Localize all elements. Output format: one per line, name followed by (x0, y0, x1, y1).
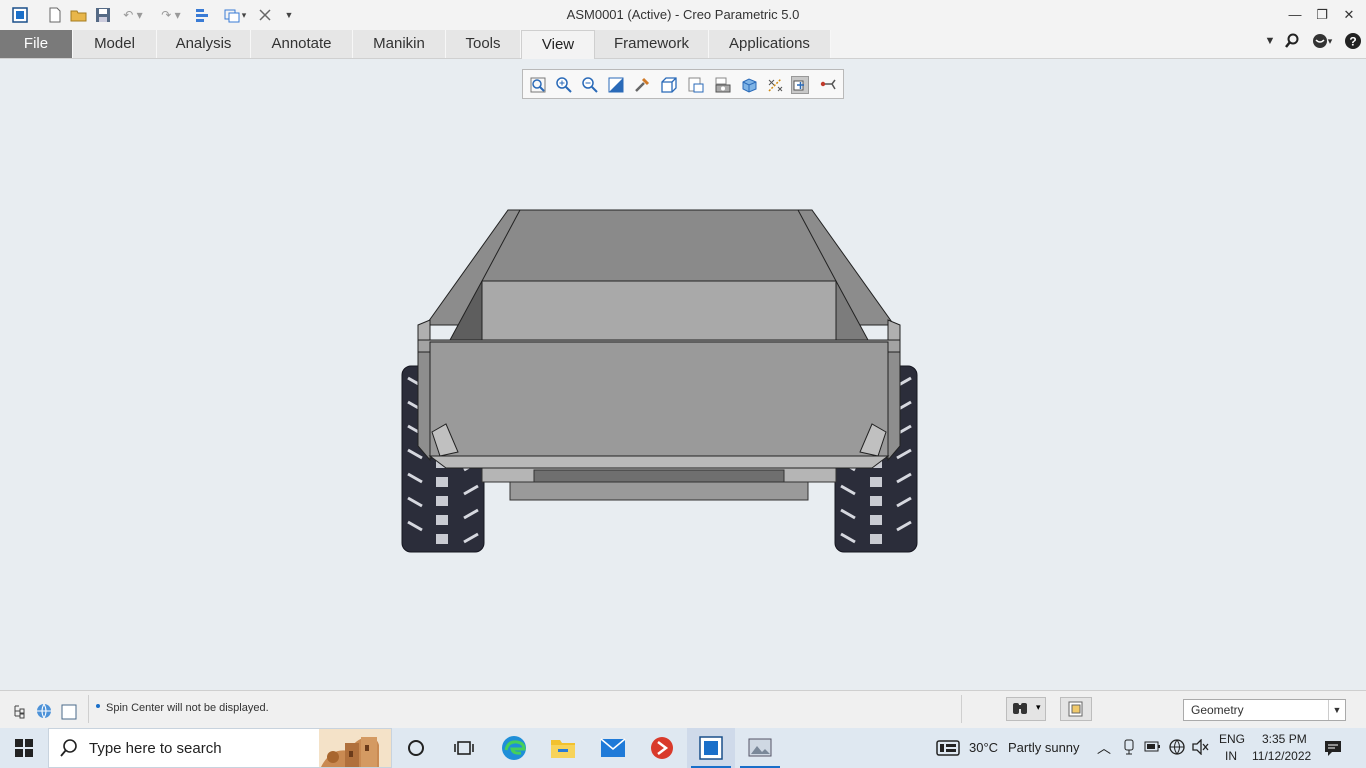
tab-view[interactable]: View (521, 30, 595, 59)
community-icon[interactable]: ▾ (1305, 30, 1339, 52)
start-windows-icon[interactable] (0, 728, 48, 768)
search-help-icon[interactable] (1281, 30, 1303, 52)
volume-muted-icon[interactable] (1191, 738, 1211, 758)
image-viewer-icon[interactable] (736, 728, 784, 768)
selected-items-button[interactable] (1060, 697, 1092, 721)
new-file-icon[interactable] (46, 5, 64, 25)
cortana-icon[interactable] (392, 728, 440, 768)
close-button[interactable]: ✕ (1336, 4, 1362, 26)
tab-applications[interactable]: Applications (709, 30, 831, 58)
status-message: Spin Center will not be displayed. (106, 702, 269, 714)
network-adapter-icon[interactable] (1121, 738, 1137, 759)
close-window-icon[interactable] (257, 5, 273, 25)
customize-toolbar-icon[interactable]: ▼ (282, 5, 296, 25)
open-folder-icon[interactable] (69, 5, 89, 25)
svg-text:?: ? (1349, 35, 1356, 49)
find-dropdown-icon[interactable]: ▾ (1036, 702, 1041, 713)
globe-network-icon[interactable] (1168, 738, 1186, 759)
tab-framework[interactable]: Framework (595, 30, 709, 58)
model-tree-toggle-icon[interactable] (12, 703, 26, 719)
tab-analysis[interactable]: Analysis (157, 30, 251, 58)
tab-manikin[interactable]: Manikin (353, 30, 446, 58)
creo-app-icon[interactable] (10, 5, 30, 25)
save-icon[interactable] (94, 5, 112, 25)
edge-browser-icon[interactable] (490, 728, 538, 768)
mail-icon[interactable] (589, 728, 637, 768)
minimize-button[interactable]: — (1282, 4, 1308, 26)
selection-filter-select[interactable]: Geometry ▼ (1183, 699, 1346, 721)
help-icon[interactable]: ? (1342, 30, 1364, 52)
find-button[interactable]: ▾ (1006, 697, 1046, 721)
windows-icon[interactable]: ▾ (219, 5, 251, 25)
truck-model-view[interactable] (0, 59, 1366, 690)
tab-annotate[interactable]: Annotate (251, 30, 353, 58)
app-red-icon[interactable] (638, 728, 686, 768)
file-explorer-icon[interactable] (539, 728, 587, 768)
collapse-ribbon-icon[interactable]: ▼ (1259, 30, 1281, 52)
tab-tools[interactable]: Tools (446, 30, 521, 58)
browser-toggle-icon[interactable] (35, 702, 53, 720)
full-screen-icon[interactable] (61, 704, 77, 720)
ribbon-tabs: File Model Analysis Annotate Manikin Too… (0, 30, 1366, 59)
selection-filter-value: Geometry (1191, 703, 1244, 717)
status-bullet (96, 704, 100, 708)
notifications-icon[interactable] (1323, 739, 1343, 760)
input-language-top[interactable]: ENG (1219, 732, 1245, 746)
clock-time[interactable]: 3:35 PM (1262, 732, 1307, 746)
creo-taskbar-icon[interactable] (687, 728, 735, 768)
taskbar-search-box[interactable]: Type here to search (48, 728, 392, 768)
regenerate-icon[interactable] (193, 5, 213, 25)
search-highlight-illustration-icon (319, 729, 391, 767)
redo-icon[interactable]: ↷ ▾ (156, 5, 186, 25)
windows-taskbar: Type here to search 30°C Partly sunny ︿ … (0, 728, 1366, 768)
clock-date[interactable]: 11/12/2022 (1252, 749, 1311, 763)
tab-model[interactable]: Model (73, 30, 157, 58)
search-placeholder: Type here to search (89, 740, 222, 757)
chevron-down-icon[interactable]: ▼ (1328, 700, 1345, 720)
title-bar: ↶ ▾ ↷ ▾ ▾ ▼ ASM0001 (Active) - Creo Para… (0, 0, 1366, 30)
graphics-viewport[interactable] (0, 59, 1366, 690)
show-hidden-icons-icon[interactable]: ︿ (1097, 738, 1111, 758)
weather-description[interactable]: Partly sunny (1008, 740, 1080, 755)
task-view-icon[interactable] (440, 728, 488, 768)
restore-button[interactable]: ❐ (1309, 4, 1335, 26)
undo-icon[interactable]: ↶ ▾ (118, 5, 148, 25)
tab-file[interactable]: File (0, 30, 73, 58)
input-language-bottom[interactable]: IN (1225, 749, 1237, 763)
battery-icon[interactable] (1144, 740, 1162, 757)
search-icon (60, 739, 77, 757)
weather-temperature[interactable]: 30°C (969, 740, 998, 755)
status-bar: Spin Center will not be displayed. ▾ Geo… (0, 690, 1366, 729)
weather-icon[interactable] (930, 728, 966, 768)
